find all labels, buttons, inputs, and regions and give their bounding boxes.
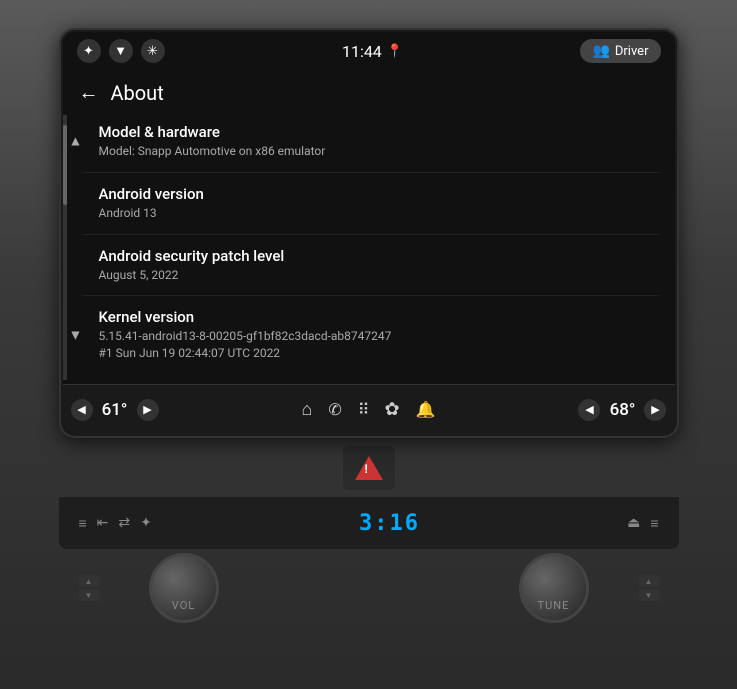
- bluetooth-icon: ✦: [77, 39, 101, 63]
- brightness-icon: ✳: [141, 39, 165, 63]
- grid-icon[interactable]: ⠿: [358, 400, 369, 419]
- controls-left: ≡ ⇤ ⇄ ✦: [79, 515, 152, 532]
- left-temp-increase[interactable]: ▶: [137, 399, 159, 421]
- item-subtitle: Android 13: [99, 205, 655, 222]
- tune-knob[interactable]: TUNE: [519, 553, 589, 623]
- home-icon[interactable]: ⌂: [301, 399, 312, 420]
- right-temp-decrease[interactable]: ◀: [578, 399, 600, 421]
- menu-icon[interactable]: ≡: [79, 515, 87, 532]
- page-title: About: [111, 81, 164, 105]
- tune-up-btn[interactable]: ▲: [639, 575, 659, 587]
- scroll-thumb: [63, 125, 67, 205]
- right-temp-control[interactable]: ◀ 68° ▶: [578, 399, 666, 421]
- list-item[interactable]: Android security patch level August 5, 2…: [83, 235, 659, 297]
- vol-knob[interactable]: VOL: [149, 553, 219, 623]
- nav-icons: ⌂ ✆ ⠿ ✿ 🔔: [301, 399, 435, 420]
- item-subtitle: Model: Snapp Automotive on x86 emulator: [99, 143, 655, 160]
- item-title: Android security patch level: [99, 247, 655, 265]
- list-item[interactable]: Android version Android 13: [83, 173, 659, 235]
- scroll-indicator: [63, 115, 67, 380]
- car-controls: ≡ ⇤ ⇄ ✦ 3:16 ⏏ ≡ ▲ ▼ VOL: [59, 446, 679, 623]
- controls-right: ⏏ ≡: [627, 515, 658, 532]
- bottom-bar: ◀ 61° ▶ ⌂ ✆ ⠿ ✿ 🔔 ◀ 68° ▶: [63, 384, 675, 434]
- eject-icon[interactable]: ⏏: [627, 515, 640, 531]
- content-area: ▲ Model & hardware Model: Snapp Automoti…: [63, 111, 675, 384]
- location-icon: 📍: [387, 44, 403, 59]
- vol-up-btn[interactable]: ▲: [79, 575, 99, 587]
- collapse-up-icon: ▲: [69, 133, 83, 150]
- wifi-icon: ▼: [109, 39, 133, 63]
- back-button[interactable]: ←: [79, 80, 99, 105]
- item-subtitle: 5.15.41-android13-8-00205-gf1bf82c3dacd-…: [99, 328, 655, 362]
- status-time: 11:44 📍: [342, 42, 403, 61]
- list-item[interactable]: ▲ Model & hardware Model: Snapp Automoti…: [83, 111, 659, 173]
- right-temp-increase[interactable]: ▶: [644, 399, 666, 421]
- driver-label: Driver: [615, 44, 649, 59]
- left-temp-decrease[interactable]: ◀: [71, 399, 93, 421]
- status-icons: ✦ ▼ ✳: [77, 39, 165, 63]
- repeat-icon[interactable]: ⇄: [118, 515, 130, 531]
- item-subtitle: August 5, 2022: [99, 267, 655, 284]
- screen-bezel: ✦ ▼ ✳ 11:44 📍 👥 Driver ← About: [59, 28, 679, 438]
- main-content: ← About ▲ Model & hardware Model: Snapp …: [63, 70, 675, 384]
- list-item[interactable]: ▼ Kernel version 5.15.41-android13-8-002…: [83, 296, 659, 374]
- menu-right-icon[interactable]: ≡: [650, 515, 658, 532]
- star-icon[interactable]: ✦: [140, 515, 152, 531]
- vol-knob-label: VOL: [172, 599, 195, 612]
- left-temp-control[interactable]: ◀ 61° ▶: [71, 399, 159, 421]
- tune-down-btn[interactable]: ▼: [639, 589, 659, 601]
- hazard-triangle-icon: [355, 456, 383, 480]
- phone-icon[interactable]: ✆: [328, 400, 341, 419]
- driver-icon: 👥: [592, 43, 609, 59]
- left-temp-value: 61°: [97, 400, 133, 420]
- screen: ✦ ▼ ✳ 11:44 📍 👥 Driver ← About: [63, 32, 675, 434]
- collapse-down-icon: ▼: [69, 327, 83, 344]
- digital-clock-display: 3:16: [359, 511, 420, 536]
- track-back-icon[interactable]: ⇤: [97, 515, 109, 531]
- right-temp-value: 68°: [604, 400, 640, 420]
- driver-badge[interactable]: 👥 Driver: [580, 39, 660, 63]
- item-title: Model & hardware: [99, 123, 655, 141]
- tune-knob-label: TUNE: [538, 599, 570, 612]
- vol-down-btn[interactable]: ▼: [79, 589, 99, 601]
- fan-icon[interactable]: ✿: [384, 399, 399, 420]
- controls-strip: ≡ ⇤ ⇄ ✦ 3:16 ⏏ ≡: [59, 497, 679, 549]
- hazard-button[interactable]: [343, 446, 395, 490]
- time-display: 11:44: [342, 42, 382, 61]
- item-title: Kernel version: [99, 308, 655, 326]
- status-bar: ✦ ▼ ✳ 11:44 📍 👥 Driver: [63, 32, 675, 70]
- item-title: Android version: [99, 185, 655, 203]
- settings-list: ▲ Model & hardware Model: Snapp Automoti…: [67, 111, 675, 384]
- bell-icon[interactable]: 🔔: [416, 400, 436, 419]
- header-row: ← About: [63, 70, 675, 111]
